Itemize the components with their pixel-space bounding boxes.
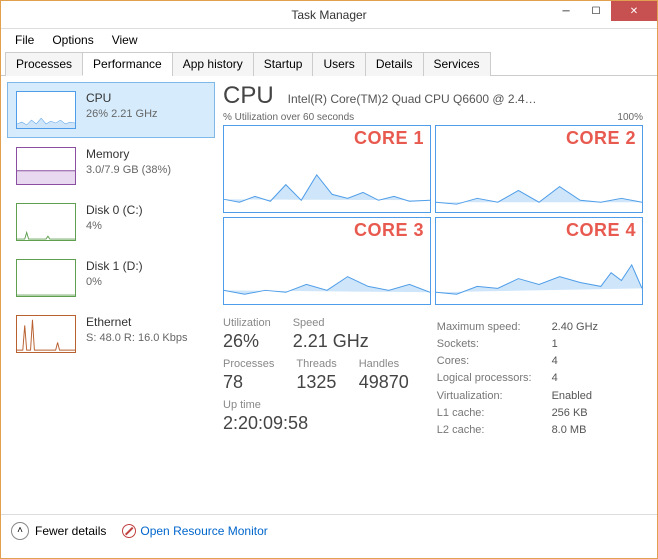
speed-value: 2.21 GHz — [293, 331, 369, 352]
cpu-info-table: Maximum speed:2.40 GHz Sockets:1 Cores:4… — [435, 317, 600, 440]
memory-thumb — [16, 147, 76, 185]
sidebar-label: CPU — [86, 91, 158, 107]
tab-processes[interactable]: Processes — [5, 52, 83, 76]
sidebar-sub: 26% 2.21 GHz — [86, 107, 158, 121]
minimize-button[interactable]: ─ — [551, 1, 581, 21]
sidebar-sub: 3.0/7.9 GB (38%) — [86, 163, 171, 177]
window-controls: ─ ☐ ✕ — [551, 1, 657, 21]
tab-services[interactable]: Services — [423, 52, 491, 76]
maximize-button[interactable]: ☐ — [581, 1, 611, 21]
open-resource-monitor-link[interactable]: Open Resource Monitor — [122, 524, 267, 538]
menu-options[interactable]: Options — [44, 31, 101, 49]
tab-performance[interactable]: Performance — [82, 52, 173, 76]
threads-value: 1325 — [296, 372, 336, 393]
fewer-details-button[interactable]: ˄ Fewer details — [11, 522, 106, 540]
core-chart-1[interactable]: CORE 1 — [223, 125, 431, 213]
tab-app-history[interactable]: App history — [172, 52, 254, 76]
tab-startup[interactable]: Startup — [253, 52, 314, 76]
core-chart-4[interactable]: CORE 4 — [435, 217, 643, 305]
chart-axis-label: % Utilization over 60 seconds — [223, 112, 354, 123]
utilization-value: 26% — [223, 331, 271, 352]
window-title: Task Manager — [291, 8, 366, 22]
ethernet-thumb — [16, 315, 76, 353]
sidebar-sub: S: 48.0 R: 16.0 Kbps — [86, 331, 188, 345]
stat-label: Threads — [296, 358, 336, 370]
handles-value: 49870 — [359, 372, 409, 393]
stat-label: Up time — [223, 399, 409, 411]
menu-bar: File Options View — [1, 29, 657, 51]
chevron-up-icon: ˄ — [11, 522, 29, 540]
cpu-model: Intel(R) Core(TM)2 Quad CPU Q6600 @ 2.4… — [288, 92, 537, 106]
sidebar-item-cpu[interactable]: CPU26% 2.21 GHz — [7, 82, 215, 138]
stat-label: Utilization — [223, 317, 271, 329]
sidebar-label: Ethernet — [86, 315, 188, 331]
main-panel: CPU Intel(R) Core(TM)2 Quad CPU Q6600 @ … — [221, 76, 657, 514]
core-chart-3[interactable]: CORE 3 — [223, 217, 431, 305]
sidebar: CPU26% 2.21 GHz Memory3.0/7.9 GB (38%) D… — [1, 76, 221, 514]
disk1-thumb — [16, 259, 76, 297]
close-button[interactable]: ✕ — [611, 1, 657, 21]
stat-label: Speed — [293, 317, 369, 329]
sidebar-item-ethernet[interactable]: EthernetS: 48.0 R: 16.0 Kbps — [7, 306, 215, 362]
sidebar-item-disk0[interactable]: Disk 0 (C:)4% — [7, 194, 215, 250]
chart-axis-max: 100% — [617, 112, 643, 123]
menu-file[interactable]: File — [7, 31, 42, 49]
processes-value: 78 — [223, 372, 274, 393]
sidebar-sub: 4% — [86, 219, 143, 233]
core-chart-2[interactable]: CORE 2 — [435, 125, 643, 213]
footer: ˄ Fewer details Open Resource Monitor — [1, 514, 657, 546]
title-bar: Task Manager ─ ☐ ✕ — [1, 1, 657, 29]
cpu-thumb — [16, 91, 76, 129]
page-title: CPU — [223, 82, 274, 110]
sidebar-label: Disk 0 (C:) — [86, 203, 143, 219]
uptime-value: 2:20:09:58 — [223, 413, 409, 434]
stat-label: Handles — [359, 358, 409, 370]
resource-monitor-icon — [122, 524, 136, 538]
sidebar-label: Memory — [86, 147, 171, 163]
sidebar-label: Disk 1 (D:) — [86, 259, 143, 275]
stat-label: Processes — [223, 358, 274, 370]
tab-strip: Processes Performance App history Startu… — [1, 51, 657, 76]
tab-users[interactable]: Users — [312, 52, 365, 76]
disk0-thumb — [16, 203, 76, 241]
sidebar-sub: 0% — [86, 275, 143, 289]
core-charts: CORE 1 CORE 2 CORE 3 CORE 4 — [223, 125, 643, 305]
tab-details[interactable]: Details — [365, 52, 424, 76]
sidebar-item-disk1[interactable]: Disk 1 (D:)0% — [7, 250, 215, 306]
menu-view[interactable]: View — [104, 31, 146, 49]
sidebar-item-memory[interactable]: Memory3.0/7.9 GB (38%) — [7, 138, 215, 194]
